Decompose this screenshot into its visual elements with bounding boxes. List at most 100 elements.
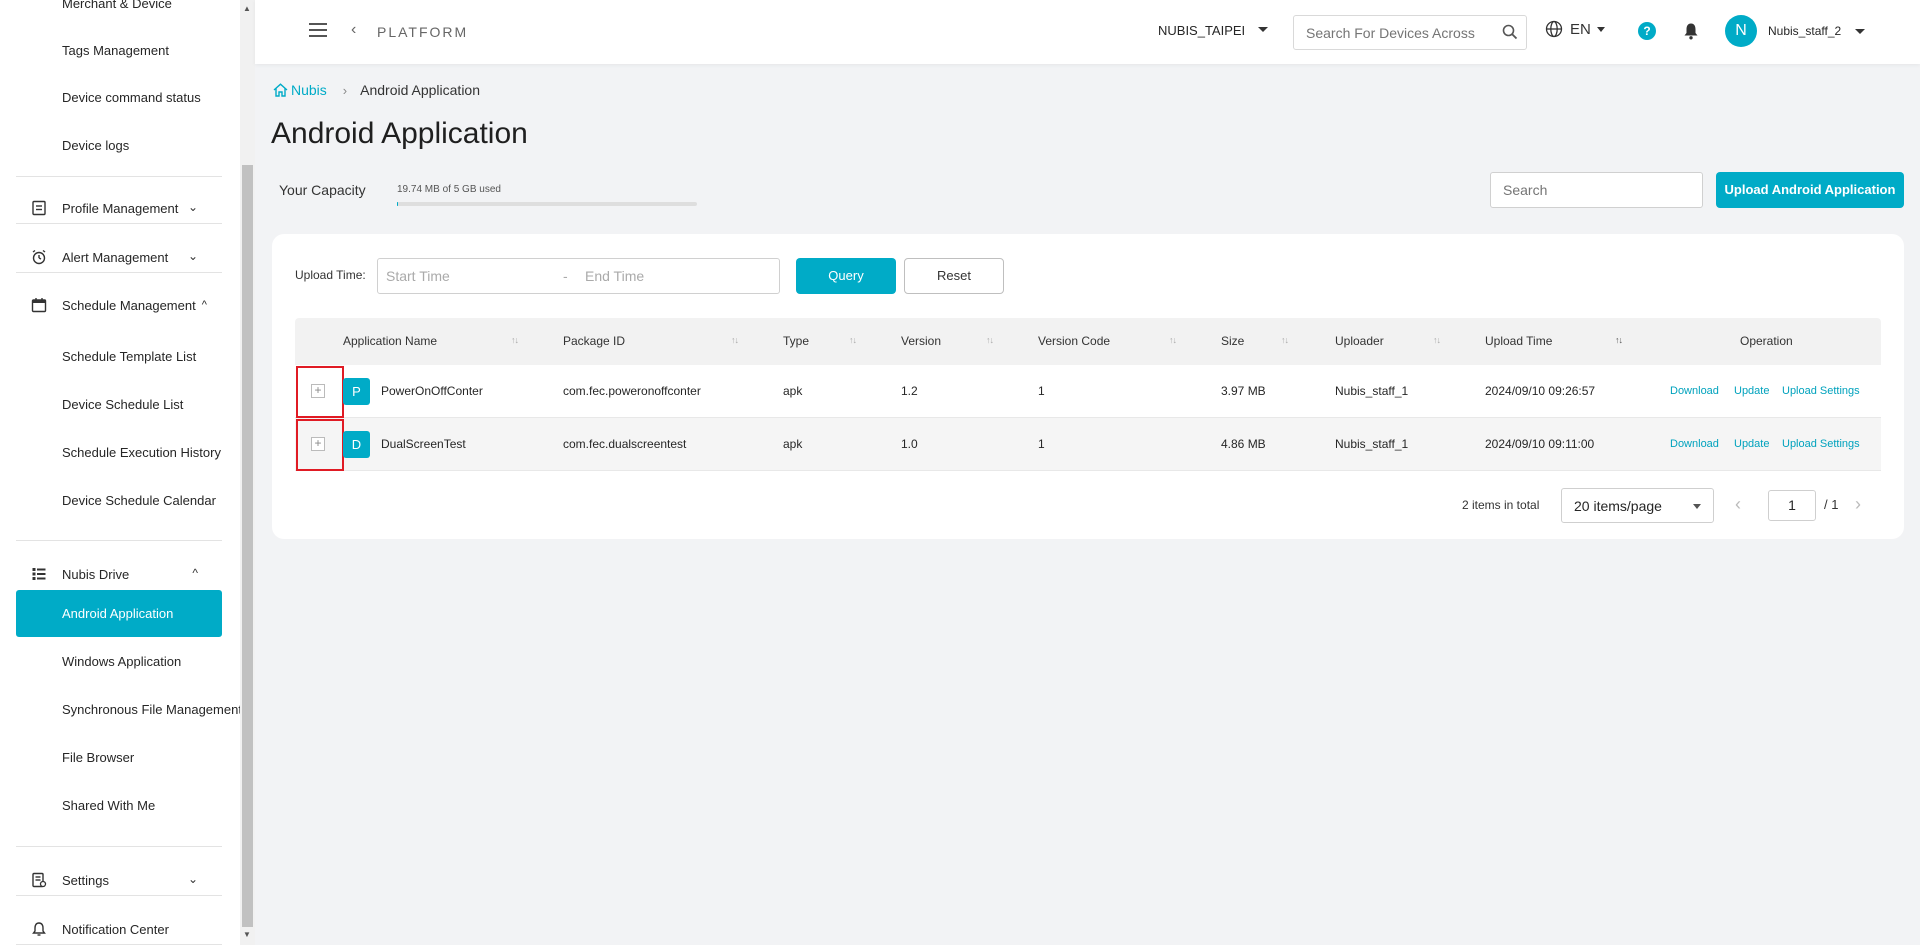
sort-icon[interactable]: ↑↓ [1281,335,1289,345]
avatar[interactable]: N [1725,15,1757,47]
upload-time-range-picker[interactable]: Start Time - End Time [377,258,780,294]
search-icon[interactable] [1502,24,1518,45]
column-header-version-code[interactable]: Version Code [1038,334,1110,348]
calendar-icon [30,296,48,314]
upload-settings-link[interactable]: Upload Settings [1782,385,1860,397]
scrollbar-thumb[interactable] [242,165,253,927]
app-search [1490,172,1703,208]
download-link[interactable]: Download [1670,438,1719,450]
sidebar-item-schedule-template-list[interactable]: Schedule Template List [62,349,196,364]
cell-version-code: 1 [1038,384,1045,398]
column-header-type[interactable]: Type [783,334,809,348]
sidebar-item-device-logs[interactable]: Device logs [62,138,129,153]
sidebar-group-label: Schedule Management [62,297,196,313]
sidebar-item-tags-management[interactable]: Tags Management [62,43,169,58]
column-header-operation: Operation [1740,334,1793,348]
language-selector[interactable]: EN [1545,20,1605,38]
query-button[interactable]: Query [796,258,896,294]
highlight-box [296,366,344,418]
user-name[interactable]: Nubis_staff_2 [1768,24,1841,38]
sidebar-item-device-schedule-calendar[interactable]: Device Schedule Calendar [62,493,216,508]
upload-android-application-button[interactable]: Upload Android Application [1716,172,1904,208]
caret-down-icon[interactable] [1855,29,1865,34]
column-header-uploader[interactable]: Uploader [1335,334,1384,348]
sidebar-divider [16,540,222,541]
chevron-up-icon: ^ [192,566,198,580]
capacity-progress-fill [397,202,399,206]
cell-package-id: com.fec.dualscreentest [563,437,687,451]
next-page-icon[interactable]: › [1855,494,1861,515]
sort-icon[interactable]: ↑↓ [986,335,994,345]
update-link[interactable]: Update [1734,438,1769,450]
cell-size: 4.86 MB [1221,437,1266,451]
table-header: Application Name ↑↓ Package ID ↑↓ Type ↑… [295,318,1881,365]
chevron-left-icon[interactable]: ‹ [351,21,356,39]
platform-link[interactable]: PLATFORM [377,24,468,40]
scroll-down-icon[interactable]: ▼ [243,930,251,939]
app-icon: D [343,431,370,458]
sidebar-item-label: Android Application [62,606,174,621]
sidebar-item-android-application[interactable]: Android Application [16,590,222,637]
column-header-size[interactable]: Size [1221,334,1244,348]
sidebar-divider [16,176,222,177]
start-time-field[interactable]: Start Time [386,268,450,284]
upload-time-label: Upload Time: [295,268,366,282]
column-header-application-name[interactable]: Application Name [343,334,437,348]
org-selector[interactable]: NUBIS_TAIPEI [1158,23,1245,38]
sidebar-item-merchant-device[interactable]: Merchant & Device [62,0,172,11]
chevron-down-icon: ⌄ [187,249,198,263]
breadcrumb-home-label: Nubis [291,82,327,98]
sort-icon[interactable]: ↑↓ [1169,335,1177,345]
sort-descending-icon[interactable]: ↑↓ [1615,335,1623,345]
range-separator: - [563,268,568,284]
reset-button[interactable]: Reset [904,258,1004,294]
column-header-upload-time[interactable]: Upload Time [1485,334,1552,348]
column-header-version[interactable]: Version [901,334,941,348]
end-time-field[interactable]: End Time [585,268,644,284]
page-number-input[interactable]: 1 [1768,490,1816,521]
sidebar-group-schedule-management[interactable]: Schedule Management ^ [30,296,210,314]
download-link[interactable]: Download [1670,385,1719,397]
sidebar-item-schedule-execution-history[interactable]: Schedule Execution History [62,445,221,460]
device-search-input[interactable] [1294,16,1484,49]
help-icon[interactable]: ? [1638,22,1656,40]
column-header-package-id[interactable]: Package ID [563,334,625,348]
breadcrumb-home[interactable]: Nubis [273,82,327,98]
globe-icon [1545,20,1563,38]
breadcrumb-current: Android Application [360,82,481,98]
previous-page-icon[interactable]: ‹ [1735,494,1741,515]
scroll-up-icon[interactable]: ▲ [243,4,251,13]
sidebar-group-label: Settings [62,872,109,888]
page-size-select[interactable]: 20 items/page [1561,488,1714,523]
sort-icon[interactable]: ↑↓ [849,335,857,345]
sidebar-group-profile-management[interactable]: Profile Management ⌄ [30,199,210,217]
sidebar-item-notification-center[interactable]: Notification Center [30,920,210,938]
breadcrumb-separator-icon: › [342,82,348,98]
caret-down-icon[interactable] [1258,27,1268,32]
sidebar-scrollbar[interactable]: ▲ ▼ [240,0,255,945]
sidebar-group-settings[interactable]: Settings ⌄ [30,871,210,889]
app-search-input[interactable] [1491,173,1702,207]
sidebar-item-shared-with-me[interactable]: Shared With Me [62,798,155,813]
sidebar-group-label: Profile Management [62,200,179,216]
menu-icon[interactable] [309,23,327,37]
cell-application-name: PowerOnOffConter [381,384,483,398]
sidebar-group-alert-management[interactable]: Alert Management ⌄ [30,248,210,266]
update-link[interactable]: Update [1734,385,1769,397]
sort-icon[interactable]: ↑↓ [511,335,519,345]
sidebar-item-device-schedule-list[interactable]: Device Schedule List [62,397,183,412]
sidebar-group-label: Notification Center [62,921,169,937]
sidebar-item-device-command-status[interactable]: Device command status [62,90,201,105]
cell-application-name: DualScreenTest [381,437,466,451]
alarm-clock-icon [30,248,48,266]
sidebar-item-file-browser[interactable]: File Browser [62,750,134,765]
sort-icon[interactable]: ↑↓ [731,335,739,345]
sidebar-divider [16,846,222,847]
home-icon [273,83,288,97]
sidebar-item-windows-application[interactable]: Windows Application [62,654,181,669]
sidebar-item-synchronous-file-management[interactable]: Synchronous File Management [62,702,240,717]
upload-settings-link[interactable]: Upload Settings [1782,438,1860,450]
bell-icon[interactable] [1682,22,1700,45]
sidebar-group-nubis-drive[interactable]: Nubis Drive ^ [30,565,210,583]
sort-icon[interactable]: ↑↓ [1433,335,1441,345]
